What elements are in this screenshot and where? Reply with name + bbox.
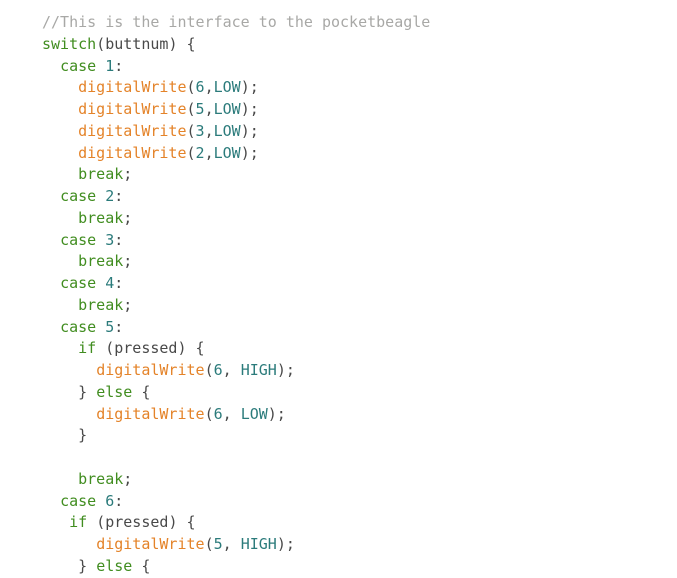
kw-case: case [60,274,96,292]
num-literal: 1 [105,57,114,75]
num-literal: 6 [105,492,114,510]
num-literal: 5 [196,100,205,118]
const-low: LOW [241,405,268,423]
kw-if: if [69,513,87,531]
num-literal: 3 [196,122,205,140]
kw-case: case [60,57,96,75]
kw-if: if [78,339,96,357]
num-literal: 4 [105,274,114,292]
kw-break: break [78,165,123,183]
num-literal: 3 [105,231,114,249]
kw-case: case [60,187,96,205]
fn-digitalWrite: digitalWrite [78,122,186,140]
kw-break: break [78,209,123,227]
comment-line: //This is the interface to the pocketbea… [42,13,430,31]
kw-else: else [96,383,132,401]
kw-break: break [78,252,123,270]
num-literal: 5 [214,535,223,553]
kw-break: break [78,296,123,314]
const-high: HIGH [241,361,277,379]
fn-digitalWrite: digitalWrite [78,100,186,118]
num-literal: 2 [105,187,114,205]
num-literal: 6 [214,405,223,423]
kw-case: case [60,318,96,336]
kw-case: case [60,492,96,510]
num-literal: 6 [214,361,223,379]
const-low: LOW [214,122,241,140]
id-pressed: pressed [114,339,177,357]
kw-else: else [96,557,132,575]
fn-digitalWrite: digitalWrite [96,405,204,423]
kw-break: break [78,470,123,488]
fn-digitalWrite: digitalWrite [78,144,186,162]
num-literal: 5 [105,318,114,336]
id-buttnum: buttnum [105,35,168,53]
id-pressed: pressed [105,513,168,531]
kw-switch: switch [42,35,96,53]
kw-case: case [60,231,96,249]
code-block: //This is the interface to the pocketbea… [0,0,677,578]
fn-digitalWrite: digitalWrite [78,78,186,96]
fn-digitalWrite: digitalWrite [96,361,204,379]
const-high: HIGH [241,535,277,553]
const-low: LOW [214,100,241,118]
num-literal: 2 [196,144,205,162]
num-literal: 6 [196,78,205,96]
const-low: LOW [214,78,241,96]
const-low: LOW [214,144,241,162]
fn-digitalWrite: digitalWrite [96,535,204,553]
